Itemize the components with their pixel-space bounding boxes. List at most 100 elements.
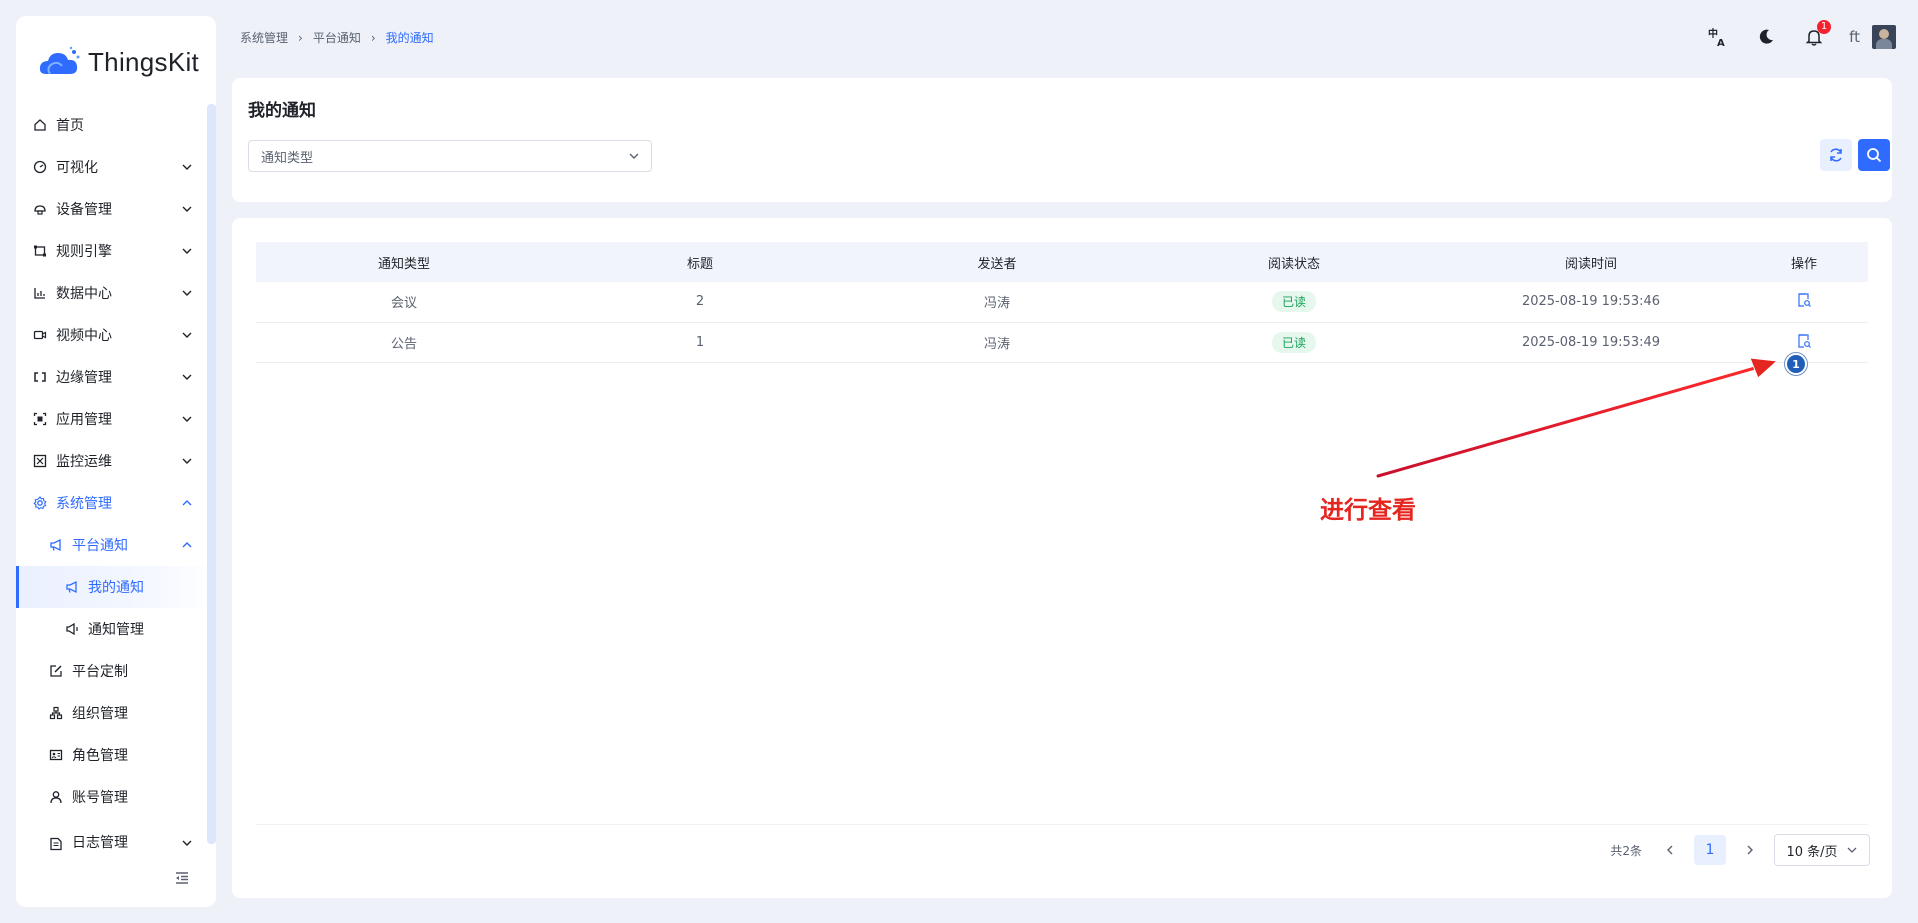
notification-badge: 1	[1817, 20, 1832, 34]
sidebar-item-rules[interactable]: 规则引擎	[16, 230, 216, 272]
page-size-select[interactable]: 10 条/页	[1774, 834, 1870, 866]
chevron-down-icon	[182, 374, 192, 380]
megaphone-icon	[64, 579, 80, 595]
cell-type: 公告	[256, 322, 552, 363]
sidebar-item-label: 系统管理	[56, 496, 112, 512]
column-header: 操作	[1740, 242, 1868, 282]
cell-sender: 冯涛	[848, 282, 1146, 323]
sidebar-item-label: 平台定制	[72, 664, 128, 680]
notice-table: 通知类型 标题 发送者 阅读状态 阅读时间 操作 会议 2 冯涛 已读 2025…	[256, 242, 1868, 363]
log-icon	[48, 836, 64, 852]
sidebar-item-label: 可视化	[56, 160, 98, 176]
logo[interactable]: ThingsKit	[38, 46, 199, 78]
logo-text: ThingsKit	[88, 46, 200, 77]
filter-card: 我的通知 通知类型	[232, 78, 1892, 202]
page-size-value: 10 条/页	[1786, 844, 1838, 860]
notification-button[interactable]: 1	[1801, 20, 1832, 50]
cell-status: 已读	[1146, 282, 1442, 323]
sidebar-item-org[interactable]: 组织管理	[16, 692, 216, 734]
notice-type-select[interactable]: 通知类型	[248, 140, 652, 172]
chevron-down-icon	[1847, 847, 1856, 853]
step-badge: 1	[1785, 353, 1807, 375]
sidebar-item-home[interactable]: 首页	[16, 104, 216, 146]
refresh-icon	[1830, 148, 1842, 162]
avatar[interactable]	[1872, 25, 1896, 49]
sidebar-item-video[interactable]: 视频中心	[16, 314, 216, 356]
sidebar-item-platform-notice[interactable]: 平台通知	[16, 524, 216, 566]
chevron-up-icon	[182, 542, 192, 548]
sidebar-item-monitor[interactable]: 监控运维	[16, 440, 216, 482]
megaphone-icon	[48, 537, 64, 553]
breadcrumb: 系统管理 › 平台通知 › 我的通知	[240, 29, 434, 46]
cell-time: 2025-08-19 19:53:49	[1442, 322, 1740, 363]
chevron-down-icon	[182, 164, 192, 170]
sidebar-item-label: 规则引擎	[56, 244, 112, 260]
sidebar-item-device[interactable]: 设备管理	[16, 188, 216, 230]
chart-icon	[32, 285, 48, 301]
sidebar-item-logs[interactable]: 日志管理	[16, 818, 216, 852]
device-icon	[32, 201, 48, 217]
table-header-row: 通知类型 标题 发送者 阅读状态 阅读时间 操作	[256, 242, 1868, 282]
sidebar-item-customize[interactable]: 平台定制	[16, 650, 216, 692]
pagination: 共2条 1 10 条/页	[1610, 834, 1870, 866]
chevron-down-icon	[182, 416, 192, 422]
breadcrumb-item[interactable]: 系统管理	[240, 29, 288, 46]
breadcrumb-item[interactable]: 平台通知	[313, 29, 361, 46]
chevron-down-icon	[182, 332, 192, 338]
sidebar-item-roles[interactable]: 角色管理	[16, 734, 216, 776]
search-icon	[1867, 148, 1882, 163]
chevron-down-icon	[182, 206, 192, 212]
chevron-down-icon	[182, 840, 192, 846]
chevron-right-icon	[1747, 845, 1753, 855]
divider	[256, 824, 1868, 825]
prev-page-button[interactable]	[1660, 840, 1680, 860]
table-row: 会议 2 冯涛 已读 2025-08-19 19:53:46	[256, 282, 1868, 323]
sidebar-item-label: 角色管理	[72, 748, 128, 764]
user-name[interactable]: ft	[1849, 28, 1860, 46]
sidebar-scrollbar[interactable]	[207, 104, 216, 844]
sidebar-item-label: 边缘管理	[56, 370, 112, 386]
sidebar-item-system[interactable]: 系统管理	[16, 482, 216, 524]
sidebar-item-my-notice[interactable]: 我的通知	[16, 566, 216, 608]
dashboard-icon	[32, 159, 48, 175]
app-icon	[32, 411, 48, 427]
table-card: 通知类型 标题 发送者 阅读状态 阅读时间 操作 会议 2 冯涛 已读 2025…	[232, 218, 1892, 898]
sidebar-item-notice-manage[interactable]: 通知管理	[16, 608, 216, 650]
page-number-button[interactable]: 1	[1694, 835, 1726, 865]
sidebar-item-accounts[interactable]: 账号管理	[16, 776, 216, 818]
sidebar-item-apps[interactable]: 应用管理	[16, 398, 216, 440]
chevron-right-icon: ›	[298, 30, 303, 45]
home-icon	[32, 117, 48, 133]
cloud-logo-icon	[38, 46, 82, 78]
view-detail-icon[interactable]	[1795, 332, 1813, 350]
cell-status: 已读	[1146, 322, 1442, 363]
sidebar-item-label: 日志管理	[72, 835, 128, 851]
dark-mode-toggle[interactable]	[1753, 24, 1779, 50]
view-detail-icon[interactable]	[1795, 291, 1813, 309]
sidebar-item-label: 首页	[56, 118, 84, 134]
page-title: 我的通知	[248, 101, 316, 121]
select-placeholder: 通知类型	[261, 150, 314, 166]
sidebar-item-label: 平台通知	[72, 538, 128, 554]
video-icon	[32, 327, 48, 343]
sidebar-item-data-center[interactable]: 数据中心	[16, 272, 216, 314]
reset-button[interactable]	[1820, 139, 1852, 171]
breadcrumb-current: 我的通知	[385, 31, 434, 45]
svg-text:A: A	[1717, 38, 1725, 48]
id-card-icon	[48, 747, 64, 763]
sidebar-item-edge[interactable]: 边缘管理	[16, 356, 216, 398]
chevron-down-icon	[182, 458, 192, 464]
language-switch-button[interactable]: 中 A	[1705, 24, 1731, 50]
monitor-icon	[32, 453, 48, 469]
next-page-button[interactable]	[1740, 840, 1760, 860]
edit-icon	[48, 663, 64, 679]
column-header: 标题	[552, 242, 848, 282]
column-header: 通知类型	[256, 242, 552, 282]
chevron-down-icon	[629, 153, 639, 159]
collapse-sidebar-button[interactable]	[168, 864, 196, 892]
sidebar-item-visualization[interactable]: 可视化	[16, 146, 216, 188]
cell-sender: 冯涛	[848, 322, 1146, 363]
org-icon	[48, 705, 64, 721]
chevron-left-icon	[1667, 845, 1673, 855]
search-button[interactable]	[1858, 139, 1890, 171]
